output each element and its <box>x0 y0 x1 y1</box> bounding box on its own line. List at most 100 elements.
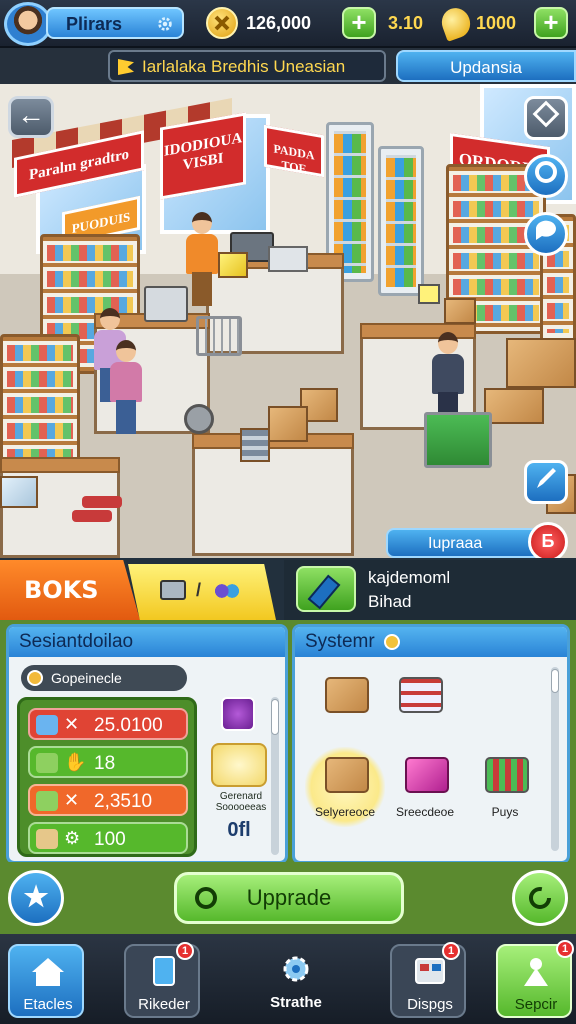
upgrade-button[interactable]: Upprade <box>174 872 404 924</box>
puzzle-icon <box>36 715 58 735</box>
nav-label: Etacles <box>23 996 73 1013</box>
refresh-button[interactable] <box>512 870 568 926</box>
pencil-icon <box>296 566 356 612</box>
shelf-icon <box>399 677 443 713</box>
checkout-counter[interactable] <box>192 433 354 556</box>
stat-row[interactable]: ⚙ 100 <box>28 822 188 854</box>
coupon-card[interactable]: Gerenard Sooooeeas 0fl <box>209 697 277 847</box>
stats-filter-pill[interactable]: Gopeinecle <box>21 665 187 691</box>
stat-row[interactable]: ✕ 25.0100 <box>28 708 188 740</box>
person-icon <box>524 958 548 986</box>
refresh-icon <box>529 887 551 909</box>
decorate-button[interactable] <box>524 460 568 504</box>
printer-machine[interactable] <box>144 286 188 322</box>
player-name-plate[interactable]: Plirars <box>46 7 184 39</box>
stats-panel: Sesiantdoilao Gopeinecle ✕ 25.0100 ✋ 18 … <box>6 624 288 864</box>
system-item-goods[interactable]: Sreecdeoe <box>385 747 465 827</box>
store-scene[interactable]: Paralm gradtro IDODIOUA VISBI PADDA TOE … <box>0 84 576 558</box>
bottom-nav: Etacles Rikeder 1 Strathe Dispgs 1 Sepci… <box>0 934 576 1024</box>
scroll-thumb[interactable] <box>271 699 279 735</box>
drinks-fridge[interactable] <box>378 146 424 296</box>
system-item-storage[interactable]: Selyereoce <box>305 747 385 827</box>
product-box[interactable] <box>0 476 38 508</box>
stat-value: 25.0100 <box>94 715 163 736</box>
gift-box-icon <box>405 757 449 793</box>
category-tab-main[interactable]: BOKS <box>0 560 140 620</box>
gold-drop-icon <box>437 4 475 42</box>
cross-tools-icon: ✕ <box>64 714 80 734</box>
shopping-cart[interactable] <box>196 316 242 356</box>
player-name: Plirars <box>66 14 123 34</box>
product-box[interactable] <box>240 428 270 462</box>
category-edit-subtitle: Bihad <box>368 592 412 611</box>
tablet-icon <box>153 956 175 986</box>
systems-panel-title: Systemr <box>295 627 567 657</box>
system-item-carts[interactable]: Puys <box>465 747 545 827</box>
system-item-shelf[interactable] <box>379 667 459 747</box>
shield-gem-icon <box>221 697 255 731</box>
category-edit-title: kajdemoml <box>368 568 451 587</box>
news-ticker[interactable]: Iarlalaka Bredhis Uneasian <box>108 50 386 82</box>
store-sign: IDODIOUA VISBI <box>160 112 246 200</box>
box-icon <box>325 757 369 793</box>
scroll-thumb[interactable] <box>551 669 559 693</box>
cash-register[interactable] <box>268 246 308 272</box>
category-tab-edit[interactable]: kajdemoml Bihad <box>284 560 576 620</box>
coupon-off-value: 0fl <box>227 819 251 841</box>
player-avatar[interactable] <box>4 2 52 46</box>
add-gems-button[interactable]: + <box>534 7 568 39</box>
product-box[interactable] <box>484 388 544 424</box>
notification-badge: 1 <box>556 940 574 958</box>
stats-panel-title: Sesiantdoilao <box>9 627 285 657</box>
hand-icon: ✋ <box>64 752 87 772</box>
category-tab-devices[interactable]: / <box>128 564 276 620</box>
chat-button[interactable] <box>524 212 568 256</box>
add-cash-button[interactable]: + <box>342 7 376 39</box>
nav-label: Rikeder <box>138 996 190 1013</box>
news-text: Iarlalaka Bredhis Uneasian <box>142 57 346 76</box>
product-box[interactable] <box>444 298 476 324</box>
system-item-box[interactable] <box>305 667 385 747</box>
edit-layout-button[interactable] <box>524 96 568 140</box>
systems-panel: Systemr Selyereoce Sreecdeoe Puys <box>292 624 570 864</box>
stool <box>82 496 122 508</box>
nav-item-home[interactable]: Etacles <box>8 944 84 1018</box>
coupon-label: Gerenard Sooooeeas <box>215 791 267 813</box>
coin-icon <box>27 670 43 686</box>
news-bar: Iarlalaka Bredhis Uneasian Updansia <box>0 48 576 84</box>
tickets-value: 3.10 <box>388 13 424 33</box>
alert-badge-icon[interactable]: Б <box>528 522 568 558</box>
action-bar: ★ Upprade <box>0 862 576 934</box>
move-icon <box>532 100 560 128</box>
category-separator: / <box>196 580 202 600</box>
systems-grid: Selyereoce Sreecdeoe Puys <box>305 667 541 853</box>
box-icon <box>325 677 369 713</box>
chat-bubble-icon <box>535 220 556 240</box>
stat-value: 18 <box>94 753 116 774</box>
systems-scrollbar[interactable] <box>551 667 559 851</box>
back-button[interactable]: ← <box>8 96 54 138</box>
nav-label: Sepcir <box>514 996 558 1013</box>
flag-icon <box>118 59 134 75</box>
stat-row[interactable]: ✕ 2,3510 <box>28 784 188 816</box>
cash-value: 126,000 <box>246 13 312 33</box>
stats-scrollbar[interactable] <box>271 697 279 855</box>
cash-stack-icon <box>36 791 58 811</box>
gear-icon[interactable] <box>156 15 174 33</box>
people-icon <box>214 578 240 604</box>
info-icon[interactable] <box>383 633 400 650</box>
shopping-cart[interactable] <box>424 412 492 468</box>
product-box[interactable] <box>218 252 248 278</box>
support-button[interactable] <box>524 154 568 198</box>
cash-coin-icon <box>206 7 238 39</box>
card-reader[interactable] <box>418 284 440 304</box>
product-box[interactable] <box>268 406 308 442</box>
stats-list: ✕ 25.0100 ✋ 18 ✕ 2,3510 ⚙ 100 <box>17 697 197 857</box>
updates-button[interactable]: Updansia <box>396 50 576 82</box>
house-icon <box>32 958 64 986</box>
favorites-button[interactable]: ★ <box>8 870 64 926</box>
product-box[interactable] <box>506 338 576 388</box>
notification-badge: 1 <box>442 942 460 960</box>
nav-item-strathe[interactable]: Strathe <box>258 944 334 1018</box>
stat-row[interactable]: ✋ 18 <box>28 746 188 778</box>
